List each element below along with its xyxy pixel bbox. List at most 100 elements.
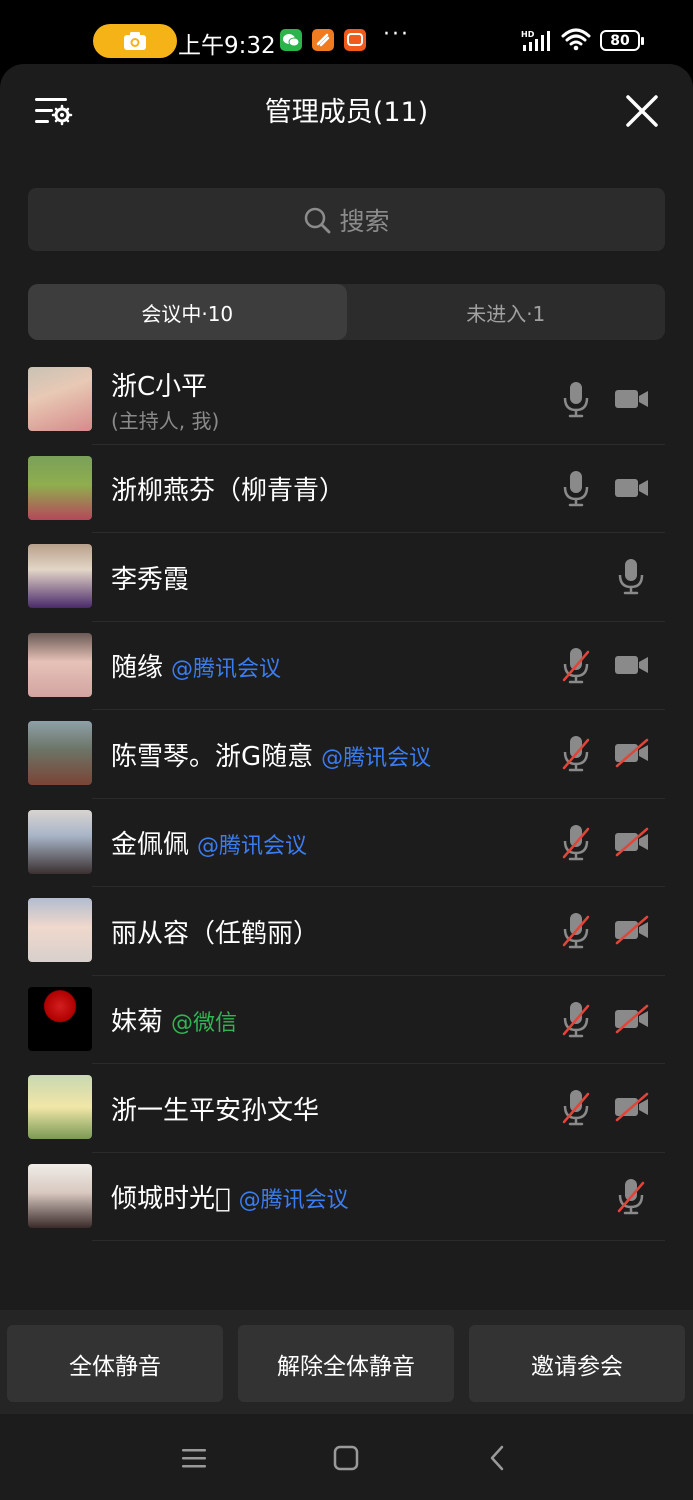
recent-apps-icon[interactable] bbox=[181, 1447, 207, 1469]
camera-icon bbox=[124, 32, 146, 50]
member-name-line: 随缘 @腾讯会议 bbox=[111, 647, 281, 684]
back-icon[interactable] bbox=[488, 1445, 506, 1471]
avatar bbox=[28, 367, 92, 431]
member-row[interactable]: 丽从容（任鹤丽） bbox=[0, 887, 693, 976]
member-info: 金佩佩 @腾讯会议 bbox=[111, 799, 307, 887]
mic-muted-icon[interactable] bbox=[561, 1000, 591, 1038]
action-bar: 全体静音 解除全体静音 邀请参会 bbox=[0, 1310, 693, 1414]
signal-icon: HD bbox=[521, 30, 550, 51]
clock: 上午9:32 bbox=[178, 33, 276, 59]
member-info: 李秀霞 bbox=[111, 533, 189, 621]
camera-off-icon[interactable] bbox=[613, 1004, 651, 1034]
live-app-icon bbox=[344, 29, 366, 51]
mic-muted-icon[interactable] bbox=[561, 1088, 591, 1126]
mic-muted-icon[interactable] bbox=[561, 734, 591, 772]
tab-not-joined[interactable]: 未进入·1 bbox=[347, 284, 666, 340]
member-name: 浙C小平 bbox=[111, 372, 208, 402]
member-name-line: 浙C小平 bbox=[111, 366, 219, 403]
avatar bbox=[28, 455, 92, 520]
search-icon bbox=[305, 207, 331, 233]
member-source-tag: @腾讯会议 bbox=[197, 834, 308, 859]
camera-off-icon[interactable] bbox=[613, 1092, 651, 1122]
avatar bbox=[28, 721, 92, 785]
member-name-line: 陈雪琴。浙G随意 @腾讯会议 bbox=[111, 736, 431, 773]
divider bbox=[92, 1240, 665, 1241]
battery-indicator: 80 bbox=[600, 30, 644, 51]
wifi-icon bbox=[561, 28, 591, 51]
member-row[interactable]: 金佩佩 @腾讯会议 bbox=[0, 799, 693, 887]
member-source-tag: @腾讯会议 bbox=[238, 1188, 349, 1213]
search-input[interactable]: 搜索 bbox=[28, 188, 665, 251]
member-info: 随缘 @腾讯会议 bbox=[111, 622, 281, 710]
member-name-line: 李秀霞 bbox=[111, 559, 189, 596]
member-source-tag: @微信 bbox=[171, 1011, 238, 1036]
avatar bbox=[28, 632, 92, 697]
avatar bbox=[28, 809, 92, 874]
camera-off-icon[interactable] bbox=[613, 827, 651, 857]
mute-all-button[interactable]: 全体静音 bbox=[7, 1325, 223, 1402]
member-row[interactable]: 浙C小平 (主持人, 我) bbox=[0, 356, 693, 445]
member-source-tag: @腾讯会议 bbox=[171, 657, 282, 682]
member-name: 妹菊 bbox=[111, 1007, 164, 1037]
avatar bbox=[28, 898, 92, 962]
mic-muted-icon[interactable] bbox=[561, 823, 591, 861]
home-icon[interactable] bbox=[333, 1445, 359, 1471]
video-camera-icon[interactable] bbox=[613, 650, 651, 680]
more-notifications-icon: ··· bbox=[383, 22, 410, 47]
member-name-line: 金佩佩 @腾讯会议 bbox=[111, 824, 307, 861]
member-name: 倾城时光􀀀 bbox=[111, 1184, 231, 1214]
avatar bbox=[28, 1163, 92, 1228]
camera-off-icon[interactable] bbox=[613, 738, 651, 768]
close-icon[interactable] bbox=[625, 94, 659, 128]
wechat-icon bbox=[280, 29, 302, 51]
member-row[interactable]: 浙一生平安孙文华 bbox=[0, 1064, 693, 1153]
member-source-tag: @腾讯会议 bbox=[321, 745, 432, 771]
member-tabs: 会议中·10 未进入·1 bbox=[28, 284, 665, 340]
mic-muted-icon[interactable] bbox=[561, 911, 591, 949]
invite-button[interactable]: 邀请参会 bbox=[469, 1325, 685, 1402]
mic-icon[interactable] bbox=[561, 469, 591, 507]
avatar bbox=[28, 544, 92, 608]
svg-text:HD: HD bbox=[521, 30, 535, 39]
member-info: 浙一生平安孙文华 bbox=[111, 1064, 319, 1152]
unmute-all-button[interactable]: 解除全体静音 bbox=[238, 1325, 454, 1402]
member-name: 浙柳燕芬（柳青青） bbox=[111, 476, 346, 506]
search-placeholder: 搜索 bbox=[339, 206, 390, 236]
member-name-line: 浙一生平安孙文华 bbox=[111, 1090, 319, 1127]
app-notification-icon bbox=[312, 29, 334, 51]
member-list: 浙C小平 (主持人, 我) 浙柳燕芬（柳青青） 李秀霞 随缘 @腾讯会议 陈雪琴。浙G随意 @… bbox=[0, 356, 693, 1241]
member-name-line: 浙柳燕芬（柳青青） bbox=[111, 470, 345, 507]
member-row[interactable]: 浙柳燕芬（柳青青） bbox=[0, 445, 693, 533]
screen-recording-indicator[interactable] bbox=[93, 24, 177, 58]
tab-in-meeting[interactable]: 会议中·10 bbox=[28, 284, 347, 340]
mic-muted-icon[interactable] bbox=[616, 1177, 646, 1215]
member-row[interactable]: 李秀霞 bbox=[0, 533, 693, 622]
member-name: 丽从容（任鹤丽） bbox=[111, 918, 320, 949]
member-role: (主持人, 我) bbox=[111, 409, 220, 433]
video-camera-icon[interactable] bbox=[613, 384, 651, 414]
member-row[interactable]: 倾城时光􀀀 @腾讯会议 bbox=[0, 1153, 693, 1241]
member-name: 随缘 bbox=[111, 653, 164, 683]
system-nav-bar bbox=[0, 1414, 693, 1500]
member-info: 妹菊 @微信 bbox=[111, 976, 237, 1064]
status-bar: 上午9:32 ··· HD 80 bbox=[0, 0, 693, 70]
member-name: 李秀霞 bbox=[111, 564, 190, 595]
video-camera-icon[interactable] bbox=[613, 473, 651, 503]
member-row[interactable]: 陈雪琴。浙G随意 @腾讯会议 bbox=[0, 710, 693, 799]
member-row[interactable]: 妹菊 @微信 bbox=[0, 976, 693, 1064]
member-name-line: 丽从容（任鹤丽） bbox=[111, 913, 319, 950]
mic-icon[interactable] bbox=[616, 557, 646, 595]
mic-muted-icon[interactable] bbox=[561, 646, 591, 684]
member-info: 浙C小平 (主持人, 我) bbox=[111, 356, 219, 444]
camera-off-icon[interactable] bbox=[613, 915, 651, 945]
member-info: 陈雪琴。浙G随意 @腾讯会议 bbox=[111, 710, 431, 798]
avatar bbox=[28, 1075, 92, 1139]
member-row[interactable]: 随缘 @腾讯会议 bbox=[0, 622, 693, 710]
member-info: 浙柳燕芬（柳青青） bbox=[111, 445, 345, 533]
member-name-line: 妹菊 @微信 bbox=[111, 1001, 237, 1038]
page-title: 管理成员(11) bbox=[264, 97, 429, 128]
member-info: 倾城时光􀀀 @腾讯会议 bbox=[111, 1153, 349, 1241]
member-name: 浙一生平安孙文华 bbox=[111, 1095, 320, 1126]
member-name: 陈雪琴。浙G随意 bbox=[111, 741, 314, 772]
mic-icon[interactable] bbox=[561, 380, 591, 418]
